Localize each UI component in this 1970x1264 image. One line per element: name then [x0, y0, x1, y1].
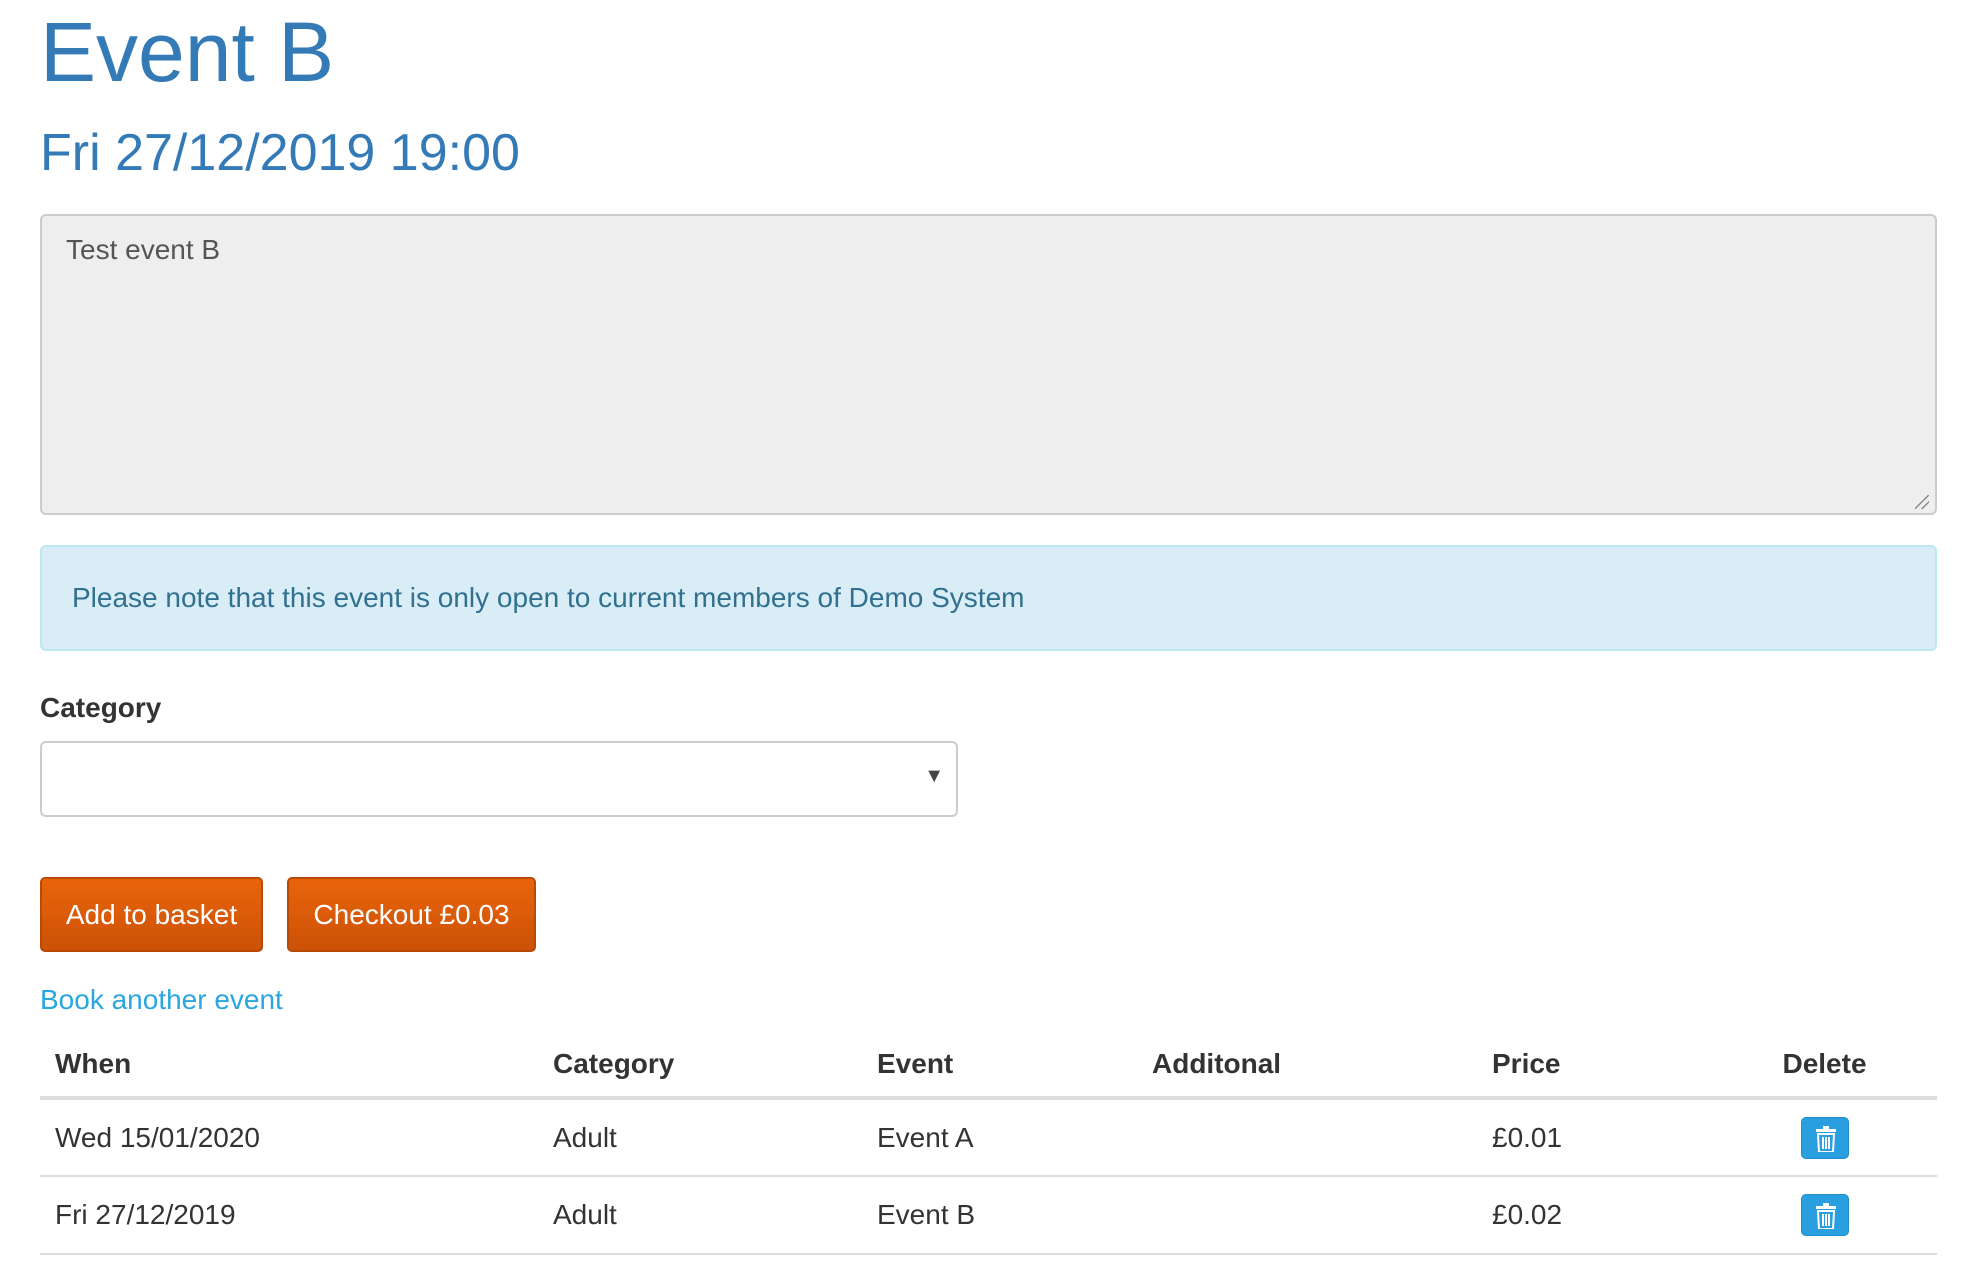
book-another-event-link[interactable]: Book another event: [40, 984, 283, 1016]
table-row: Wed 15/01/2020 Adult Event A £0.01: [40, 1098, 1937, 1177]
notice-text: Please note that this event is only open…: [72, 582, 1025, 613]
event-description-text: Test event B: [66, 234, 221, 265]
cell-event: Event B: [862, 1176, 1137, 1255]
cell-delete: [1712, 1098, 1937, 1177]
cell-category: Adult: [538, 1098, 862, 1177]
event-datetime: Fri 27/12/2019 19:00: [40, 124, 520, 182]
cell-price: £0.01: [1477, 1098, 1712, 1177]
delete-button[interactable]: [1800, 1116, 1849, 1159]
cell-when: Fri 27/12/2019: [40, 1176, 538, 1255]
basket-table: When Category Event Additonal Price Dele…: [40, 1032, 1937, 1255]
event-title: Event B: [40, 5, 335, 99]
cell-delete: [1712, 1176, 1937, 1255]
trash-icon: [1815, 1203, 1836, 1229]
basket-header-row: When Category Event Additonal Price Dele…: [40, 1032, 1937, 1100]
column-header-price: Price: [1477, 1032, 1712, 1100]
members-only-notice: Please note that this event is only open…: [40, 545, 1937, 651]
trash-icon: [1815, 1125, 1836, 1152]
column-header-when: When: [40, 1032, 538, 1100]
resize-grip-icon[interactable]: [1915, 495, 1929, 509]
add-to-basket-button[interactable]: Add to basket: [40, 877, 263, 952]
column-header-event: Event: [862, 1032, 1137, 1100]
table-row: Fri 27/12/2019 Adult Event B £0.02: [40, 1176, 1937, 1255]
cell-additional: [1137, 1098, 1477, 1177]
delete-button[interactable]: [1800, 1194, 1849, 1236]
event-description-box[interactable]: Test event B: [40, 214, 1937, 515]
page: Event B Fri 27/12/2019 19:00 Test event …: [0, 0, 1970, 1264]
checkout-button[interactable]: Checkout £0.03: [287, 877, 536, 952]
cell-category: Adult: [538, 1176, 862, 1255]
caret-down-icon: ▼: [924, 765, 944, 787]
cell-when: Wed 15/01/2020: [40, 1098, 538, 1177]
cell-price: £0.02: [1477, 1176, 1712, 1255]
column-header-additional: Additonal: [1137, 1032, 1477, 1100]
category-select[interactable]: ▼: [40, 741, 958, 817]
cell-additional: [1137, 1176, 1477, 1255]
column-header-category: Category: [538, 1032, 862, 1100]
cell-event: Event A: [862, 1098, 1137, 1177]
column-header-delete: Delete: [1712, 1032, 1937, 1100]
category-label: Category: [40, 692, 162, 723]
